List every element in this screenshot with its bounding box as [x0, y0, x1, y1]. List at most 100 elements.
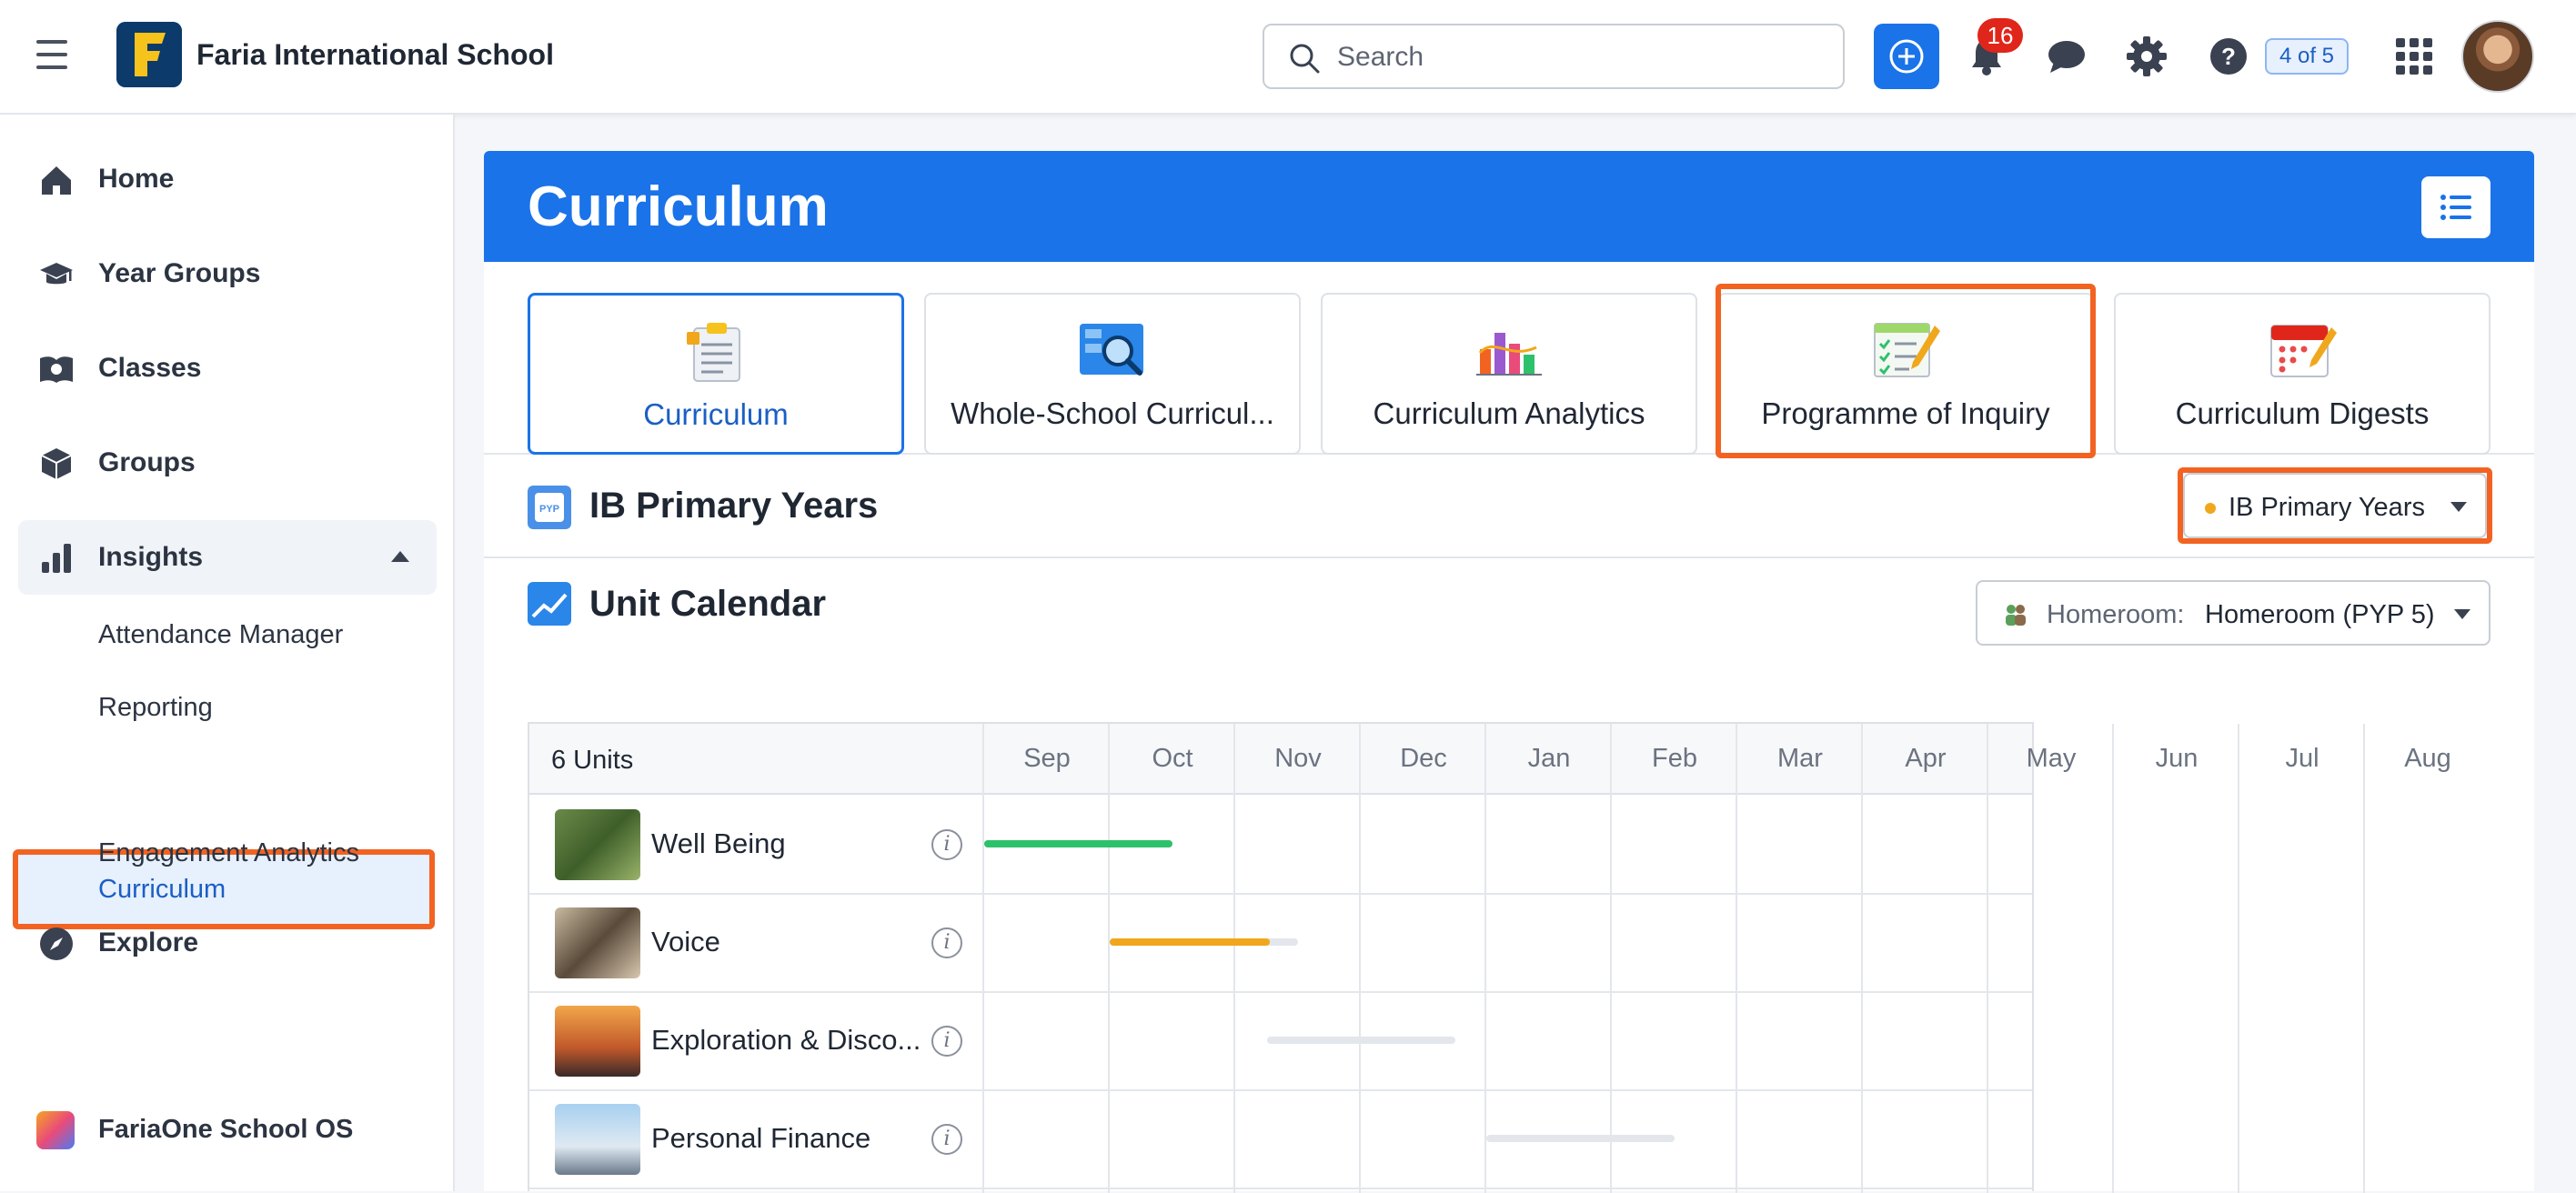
- unit-name[interactable]: Well Being: [651, 827, 786, 860]
- school-name[interactable]: Faria International School: [196, 38, 554, 72]
- curriculum-tiles: Curriculum Whole-School Curricul... Curr…: [484, 262, 2534, 458]
- highlight-programme-of-inquiry: [1716, 284, 2096, 458]
- tile-label: Curriculum Analytics: [1373, 396, 1645, 430]
- search-box[interactable]: [1263, 24, 1845, 89]
- grid-divider: [2238, 724, 2239, 1193]
- unit-thumbnail[interactable]: [555, 1104, 640, 1175]
- table-row[interactable]: Exploration & Disco... i: [529, 993, 2032, 1091]
- table-row[interactable]: Well Being i: [529, 797, 2032, 895]
- curriculum-clipboard-icon: [687, 323, 740, 382]
- magnifier-screen-icon: [1080, 324, 1143, 376]
- sidebar-item-label: Groups: [98, 447, 196, 477]
- month-header: Apr: [1905, 744, 1947, 773]
- sidebar-item-year-groups[interactable]: Year Groups: [18, 236, 437, 311]
- svg-text:?: ?: [2221, 43, 2236, 70]
- sidebar-item-explore[interactable]: Explore: [18, 906, 437, 980]
- grid-divider: [2112, 724, 2114, 1193]
- tile-label: Whole-School Curricul...: [951, 396, 1274, 430]
- compass-icon: [40, 927, 73, 960]
- unit-calendar-grid: 6 Units Sep Oct Nov Dec Jan Feb Mar Apr May Jun Ju…: [528, 722, 2451, 1193]
- month-header: Jan: [1527, 744, 1571, 773]
- month-header: Aug: [2404, 744, 2451, 773]
- month-header: Sep: [1023, 744, 1071, 773]
- tile-whole-school-curriculum[interactable]: Whole-School Curricul...: [924, 293, 1301, 455]
- unit-thumbnail[interactable]: [555, 907, 640, 978]
- sidebar-item-label: Classes: [98, 353, 202, 383]
- chevron-down-icon: [2454, 609, 2470, 619]
- programme-title: IB Primary Years: [589, 486, 879, 526]
- apps-grid-icon[interactable]: [2392, 35, 2436, 78]
- month-header: Mar: [1777, 744, 1823, 773]
- fariaone-logo-icon[interactable]: [36, 1111, 75, 1149]
- homeroom-selector[interactable]: Homeroom: Homeroom (PYP 5): [1976, 580, 2490, 646]
- school-logo[interactable]: [116, 22, 182, 87]
- page-title: Curriculum: [528, 175, 829, 238]
- tile-label: Curriculum: [643, 397, 789, 431]
- tile-curriculum-digests[interactable]: Curriculum Digests: [2114, 293, 2490, 455]
- search-icon: [1290, 44, 1320, 74]
- info-icon[interactable]: i: [931, 1124, 962, 1155]
- unit-thumbnail[interactable]: [555, 1006, 640, 1077]
- table-row[interactable]: Personal Finance i: [529, 1091, 2032, 1189]
- tile-curriculum-analytics[interactable]: Curriculum Analytics: [1321, 293, 1697, 455]
- trend-chart-icon: [528, 582, 571, 626]
- calendar-pencil-icon: [2270, 325, 2337, 377]
- unit-timeline-bar[interactable]: [1110, 938, 1270, 946]
- unit-name[interactable]: Personal Finance: [651, 1122, 870, 1155]
- sidebar-item-insights[interactable]: Insights: [18, 520, 437, 595]
- sidebar-subitem-engagement-analytics-label[interactable]: Engagement Analytics: [98, 838, 359, 868]
- info-icon[interactable]: i: [931, 927, 962, 958]
- homeroom-value: Homeroom (PYP 5): [2205, 600, 2435, 629]
- highlight-programme-selector: [2178, 467, 2492, 544]
- chevron-up-icon[interactable]: [391, 551, 409, 562]
- info-icon[interactable]: i: [931, 1026, 962, 1057]
- homeroom-label: Homeroom:: [2047, 600, 2185, 629]
- page-count-badge[interactable]: 4 of 5: [2265, 38, 2349, 75]
- month-header: May: [2026, 744, 2077, 773]
- graduation-cap-icon: [40, 263, 73, 285]
- sidebar-item-groups[interactable]: Groups: [18, 426, 437, 500]
- info-icon[interactable]: i: [931, 829, 962, 860]
- bar-chart-icon: [42, 544, 71, 573]
- list-icon: [2440, 195, 2471, 220]
- month-header: Jul: [2285, 744, 2319, 773]
- help-icon[interactable]: ?: [2207, 35, 2250, 78]
- unit-thumbnail[interactable]: [555, 809, 640, 880]
- menu-icon[interactable]: [36, 40, 67, 73]
- add-button[interactable]: [1874, 24, 1939, 89]
- top-bar: Faria International School 16: [0, 0, 2576, 115]
- table-row[interactable]: Voice i: [529, 895, 2032, 993]
- unit-timeline-bar[interactable]: [984, 840, 1172, 847]
- sidebar-subitem-attendance-manager[interactable]: Attendance Manager: [98, 620, 343, 650]
- unit-name[interactable]: Voice: [651, 926, 720, 958]
- search-input[interactable]: [1337, 40, 1810, 75]
- sidebar-item-label: Year Groups: [98, 258, 261, 288]
- sidebar-item-classes[interactable]: Classes: [18, 331, 437, 406]
- user-avatar[interactable]: [2461, 20, 2534, 93]
- tile-curriculum[interactable]: Curriculum: [528, 293, 904, 455]
- home-icon: [42, 166, 71, 195]
- sidebar-item-home[interactable]: Home: [18, 142, 437, 216]
- sidebar-subitem-label: Curriculum: [98, 875, 226, 904]
- classes-icon: [40, 356, 73, 383]
- sidebar-subitem-reporting[interactable]: Reporting: [98, 693, 213, 723]
- month-header: Jun: [2155, 744, 2199, 773]
- sidebar-item-label: Explore: [98, 927, 199, 957]
- unit-name[interactable]: Exploration & Disco...: [651, 1024, 921, 1057]
- unit-timeline-track[interactable]: [1486, 1135, 1675, 1142]
- month-header: Dec: [1400, 744, 1447, 773]
- list-view-button[interactable]: [2421, 176, 2490, 238]
- programme-row: PYP IB Primary Years IB Primary Years: [484, 455, 2534, 558]
- chat-icon[interactable]: [2045, 35, 2088, 78]
- unit-calendar-row: Unit Calendar Homeroom: Homeroom (PYP 5): [484, 558, 2534, 662]
- tile-label: Curriculum Digests: [2175, 396, 2430, 430]
- people-icon: [2006, 605, 2026, 626]
- cube-icon: [41, 448, 72, 479]
- sidebar-item-label: Home: [98, 164, 175, 194]
- sidebar: Home Year Groups Classes Groups Insights: [0, 115, 455, 1191]
- unit-timeline-track[interactable]: [1266, 1037, 1455, 1044]
- gear-icon[interactable]: [2125, 35, 2168, 78]
- fariaone-label[interactable]: FariaOne School OS: [98, 1115, 353, 1145]
- grid-divider: [2363, 724, 2365, 1193]
- unit-calendar-title: Unit Calendar: [589, 584, 827, 624]
